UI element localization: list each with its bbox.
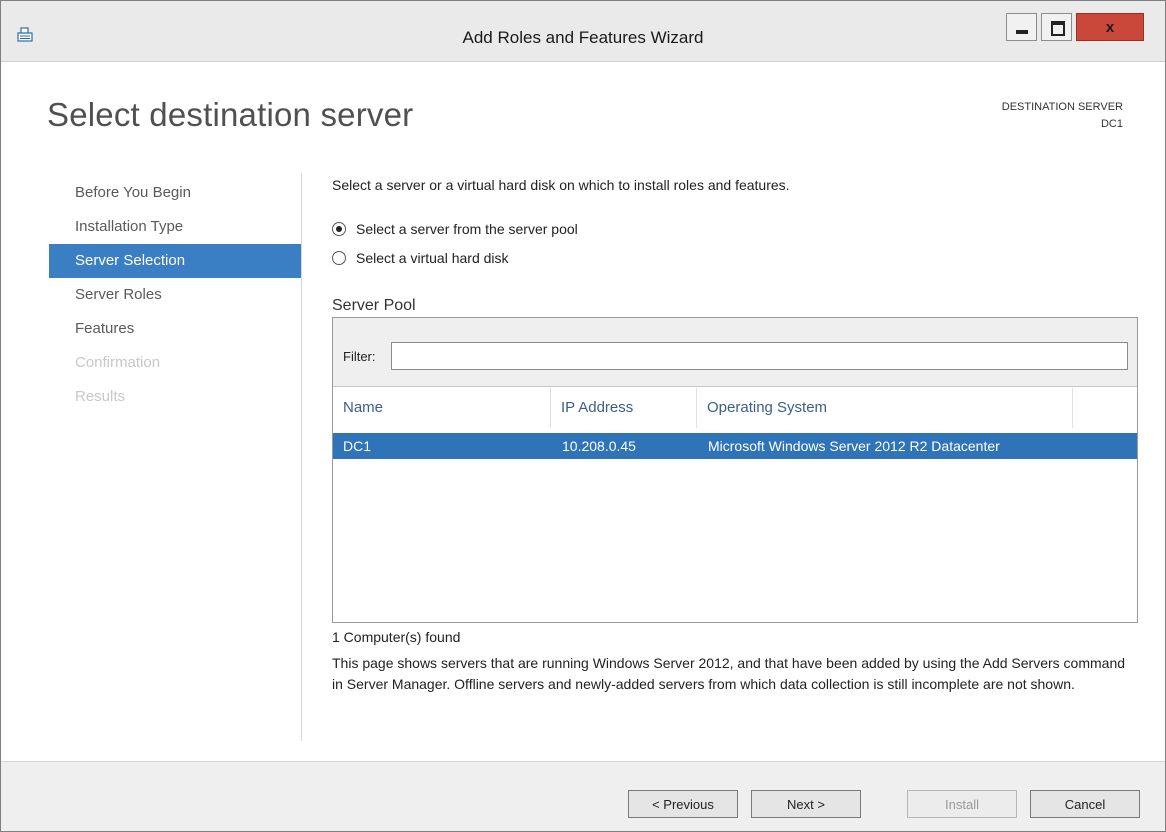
option-server-pool[interactable]: Select a server from the server pool: [332, 220, 652, 240]
radio-server-pool[interactable]: [332, 222, 346, 236]
page-title: Select destination server: [47, 96, 414, 133]
previous-button[interactable]: < Previous: [628, 790, 738, 818]
option-virtual-hard-disk-label: Select a virtual hard disk: [356, 250, 509, 266]
radio-virtual-hard-disk[interactable]: [332, 251, 346, 265]
cell-operating-system: Microsoft Windows Server 2012 R2 Datacen…: [708, 438, 1000, 454]
nav-item-confirmation: Confirmation: [75, 354, 161, 371]
wizard-nav: Before You Begin Installation Type Serve…: [49, 176, 301, 414]
intro-text: Select a server or a virtual hard disk o…: [332, 177, 790, 193]
option-virtual-hard-disk[interactable]: Select a virtual hard disk: [332, 249, 652, 269]
maximize-button[interactable]: [1041, 13, 1072, 41]
option-server-pool-label: Select a server from the server pool: [356, 221, 578, 237]
close-icon: x: [1105, 19, 1115, 36]
nav-item-installation-type[interactable]: Installation Type: [49, 210, 301, 244]
filter-label: Filter:: [343, 349, 376, 364]
title-bar[interactable]: Add Roles and Features Wizard x: [1, 1, 1165, 62]
button-bar: < Previous Next > Install Cancel: [1, 761, 1165, 831]
server-pool-note: This page shows servers that are running…: [332, 655, 1126, 692]
minimize-button[interactable]: [1006, 13, 1037, 41]
nav-item-server-selection[interactable]: Server Selection: [49, 244, 301, 278]
server-pool-title: Server Pool: [332, 297, 416, 314]
nav-item-features[interactable]: Features: [49, 312, 301, 346]
wizard-window: Add Roles and Features Wizard x Select d…: [0, 0, 1166, 832]
computers-found-count: 1 Computer(s) found: [332, 629, 461, 645]
window-title: Add Roles and Features Wizard: [462, 28, 704, 47]
column-header-operating-system[interactable]: Operating System: [697, 388, 1073, 428]
column-header-ip-address[interactable]: IP Address: [551, 388, 697, 428]
destination-server-value: DC1: [1100, 118, 1123, 130]
close-button[interactable]: x: [1076, 13, 1144, 41]
nav-item-server-roles[interactable]: Server Roles: [49, 278, 301, 312]
next-button[interactable]: Next >: [751, 790, 861, 818]
nav-item-results: Results: [75, 388, 126, 405]
radio-selected-dot: [336, 226, 342, 232]
nav-divider: [301, 173, 302, 741]
maximize-icon: [1051, 21, 1065, 36]
server-pool-grid: Filter: Name IP Address Operating System…: [332, 317, 1138, 623]
table-row[interactable]: DC1 10.208.0.45 Microsoft Windows Server…: [333, 433, 1137, 459]
install-button: Install: [907, 790, 1017, 818]
filter-input[interactable]: [391, 342, 1128, 370]
filter-bar: Filter:: [333, 318, 1137, 387]
column-header-name[interactable]: Name: [333, 388, 551, 428]
destination-server-label: DESTINATION SERVER: [1001, 101, 1123, 113]
minimize-icon: [1016, 30, 1028, 34]
cell-name: DC1: [343, 438, 372, 454]
cancel-button[interactable]: Cancel: [1030, 790, 1140, 818]
nav-item-before-you-begin[interactable]: Before You Begin: [49, 176, 301, 210]
cell-ip-address: 10.208.0.45: [562, 438, 636, 454]
